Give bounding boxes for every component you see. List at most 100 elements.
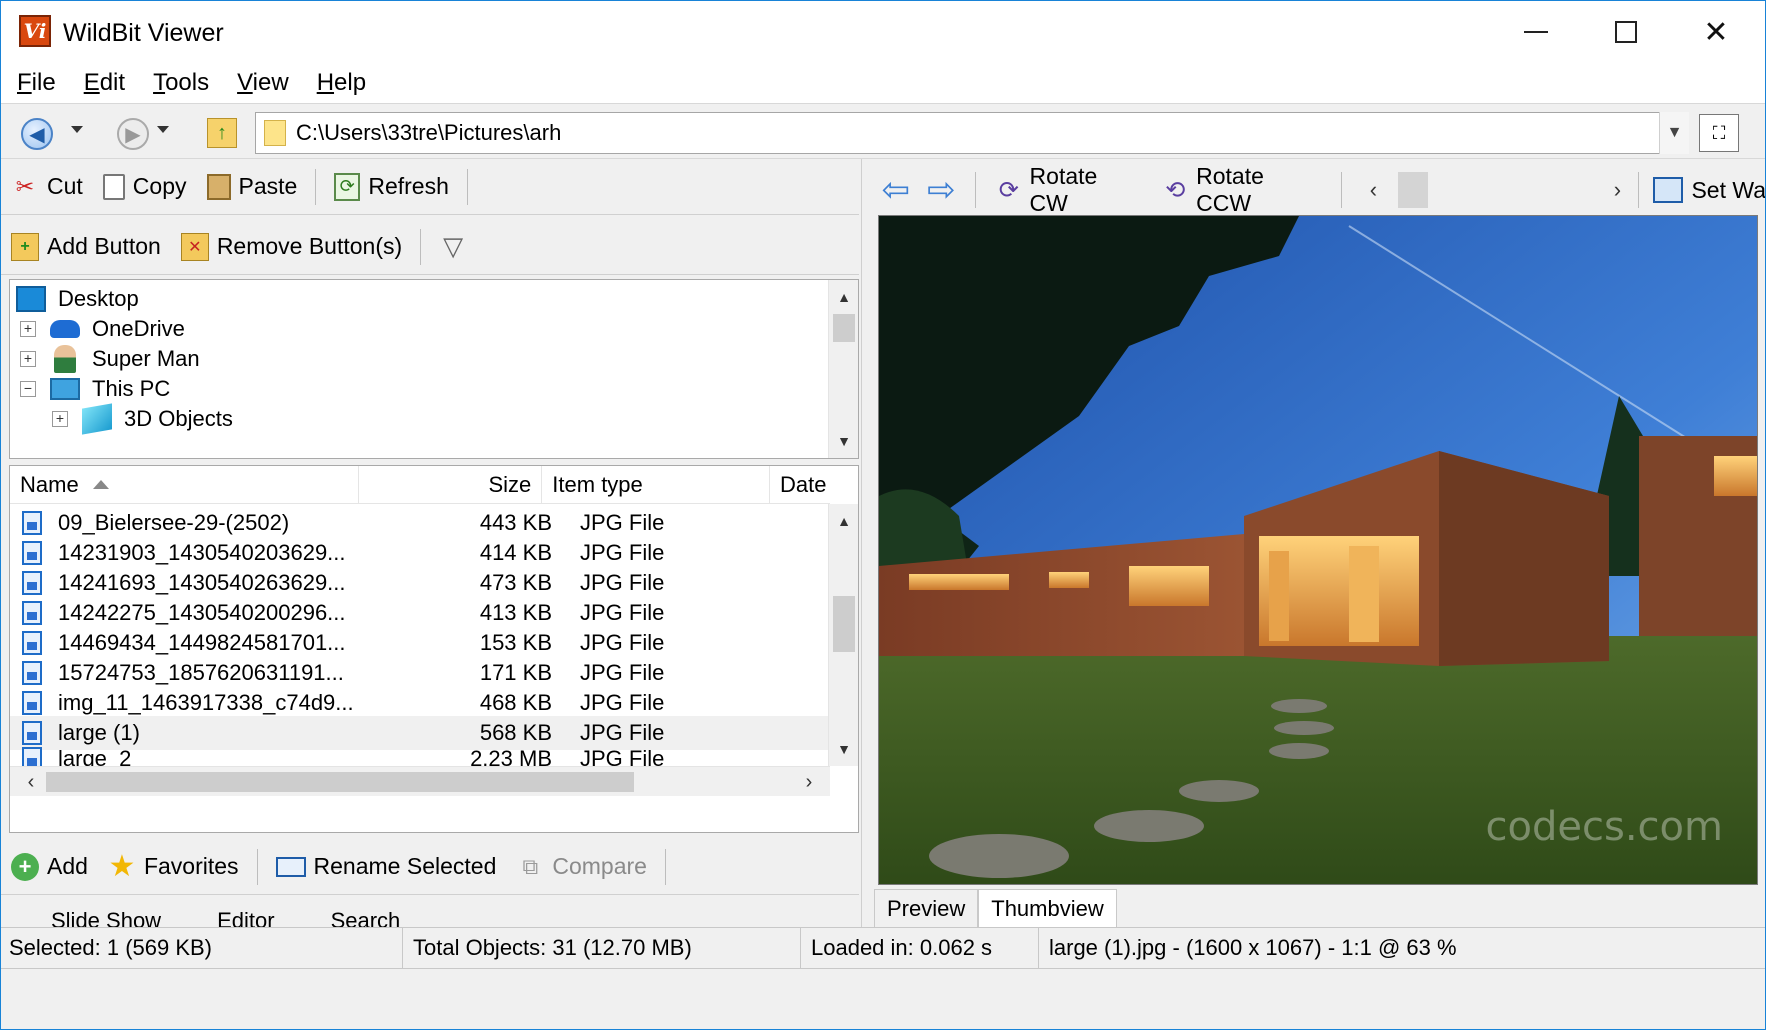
scroll-up-icon[interactable]: ▲ — [829, 508, 858, 534]
up-folder-button[interactable]: ↑ — [207, 118, 237, 148]
menu-bar: File Edit Tools View Help — [1, 63, 1765, 103]
scroll-thumb[interactable] — [833, 596, 855, 652]
table-row[interactable]: 14469434_1449824581701... 153 KB JPG Fil… — [10, 626, 830, 660]
expand-icon[interactable]: + — [20, 321, 36, 337]
table-row-selected[interactable]: large (1) 568 KB JPG File — [10, 716, 830, 750]
table-row[interactable]: 14241693_1430540263629... 473 KB JPG Fil… — [10, 566, 830, 600]
scroll-down-icon[interactable]: ▼ — [829, 428, 858, 454]
tree-item-onedrive[interactable]: + OneDrive — [10, 312, 820, 346]
folder-remove-icon: ✕ — [180, 232, 209, 261]
compare-button[interactable]: ⧉ Compare — [506, 845, 657, 889]
rotate-cw-label: Rotate CW — [1029, 163, 1098, 216]
scroll-right-icon[interactable]: › — [794, 767, 824, 797]
cut-button[interactable]: ✂ Cut — [1, 165, 93, 209]
minimize-button[interactable] — [1491, 1, 1581, 63]
tree-item-desktop[interactable]: Desktop — [10, 282, 820, 316]
chevron-right-icon[interactable]: › — [1604, 177, 1630, 203]
next-image-button[interactable]: ⇨ — [921, 171, 960, 209]
menu-tools[interactable]: Tools — [153, 69, 209, 97]
address-dropdown-button[interactable]: ▼ — [1659, 112, 1689, 154]
toolbar-scroll-thumb[interactable] — [1398, 172, 1429, 208]
fullscreen-button[interactable]: ⛶ — [1699, 114, 1739, 152]
file-size: 413 KB — [479, 600, 552, 625]
tree-scrollbar[interactable]: ▲ ▼ — [828, 280, 858, 458]
collapse-icon[interactable]: − — [20, 381, 36, 397]
expand-icon[interactable]: + — [52, 411, 68, 427]
file-list-hscrollbar[interactable]: ‹ › — [10, 766, 830, 796]
scroll-thumb[interactable] — [833, 314, 855, 342]
add-button-button[interactable]: + Add Button — [1, 225, 171, 269]
remove-buttons-button[interactable]: ✕ Remove Button(s) — [171, 225, 412, 269]
tree-item-this-pc[interactable]: − This PC — [10, 372, 820, 406]
address-field[interactable]: C:\Users\33tre\Pictures\arh — [255, 112, 1681, 154]
scroll-down-icon[interactable]: ▼ — [829, 736, 858, 762]
rotate-ccw-button[interactable]: ⟲ Rotate CCW — [1151, 163, 1334, 217]
paste-button[interactable]: Paste — [197, 165, 308, 209]
refresh-button[interactable]: ⟳ Refresh — [324, 165, 459, 209]
back-history-dropdown[interactable] — [71, 126, 83, 133]
forward-history-dropdown[interactable] — [157, 126, 169, 133]
tab-preview[interactable]: Preview — [874, 889, 979, 927]
file-type: JPG File — [580, 540, 665, 565]
table-row[interactable]: 09_Bielersee-29-(2502) 443 KB JPG File — [10, 506, 830, 540]
table-row[interactable]: 14242275_1430540200296... 413 KB JPG Fil… — [10, 596, 830, 630]
menu-edit-key: E — [83, 69, 100, 96]
clipboard-toolbar: ✂ Cut Copy Paste ⟳ Refresh — [1, 159, 859, 215]
expand-icon[interactable]: + — [20, 351, 36, 367]
tree-item-label: Desktop — [58, 286, 139, 311]
column-item-type[interactable]: Item type — [542, 466, 770, 504]
previous-image-button[interactable]: ⇦ — [876, 171, 915, 209]
back-button[interactable]: ◀ — [21, 118, 53, 150]
menu-view-rest: iew — [252, 69, 289, 96]
file-type: JPG File — [580, 720, 665, 745]
forward-button[interactable]: ▶ — [117, 118, 149, 150]
window-footer — [1, 969, 1765, 1029]
favorites-button[interactable]: ★ Favorites — [98, 845, 249, 889]
status-selected: Selected: 1 (569 KB) — [1, 927, 403, 969]
tree-item-3d-objects[interactable]: + 3D Objects — [10, 402, 820, 436]
menu-file-key: F — [17, 69, 32, 96]
cut-label: Cut — [47, 173, 83, 199]
add-favorite-button[interactable]: + Add — [1, 845, 98, 889]
toolbar-scroll-track[interactable] — [1390, 170, 1601, 210]
fullscreen-icon: ⛶ — [1712, 122, 1726, 143]
file-list-vscrollbar[interactable]: ▲ ▼ — [828, 504, 858, 766]
hscroll-thumb[interactable] — [46, 772, 634, 792]
rotate-cw-button[interactable]: ⟳ Rotate CW — [984, 163, 1151, 217]
table-row[interactable]: 14231903_1430540203629... 414 KB JPG Fil… — [10, 536, 830, 570]
add-label: Add — [47, 853, 88, 879]
menu-file[interactable]: File — [17, 69, 56, 97]
column-date[interactable]: Date — [770, 466, 830, 504]
column-name[interactable]: Name — [10, 466, 359, 504]
image-preview[interactable]: codecs.com — [878, 215, 1758, 885]
file-name: 14241693_1430540263629... — [58, 570, 346, 595]
maximize-button[interactable] — [1581, 1, 1671, 63]
viewer-pane: ⇦ ⇨ ⟳ Rotate CW ⟲ Rotate CCW ‹ › Set Wa — [861, 159, 1765, 927]
close-button[interactable]: ✕ — [1671, 1, 1761, 63]
folder-up-icon: ↑ — [217, 121, 227, 144]
scroll-up-icon[interactable]: ▲ — [829, 284, 858, 310]
file-name: 14242275_1430540200296... — [58, 600, 346, 625]
table-row[interactable]: large_2 2.23 MB JPG File — [10, 746, 830, 766]
tree-item-super-man[interactable]: + Super Man — [10, 342, 820, 376]
status-bar: Selected: 1 (569 KB) Total Objects: 31 (… — [1, 927, 1765, 969]
menu-view[interactable]: View — [237, 69, 289, 97]
menu-edit[interactable]: Edit — [84, 69, 125, 97]
rename-selected-label: Rename Selected — [313, 853, 497, 879]
file-size: 443 KB — [479, 510, 552, 535]
filter-button[interactable]: ▽ — [429, 225, 485, 269]
column-type-label: Item type — [552, 471, 643, 497]
chevron-left-icon[interactable]: ‹ — [1360, 177, 1386, 203]
table-row[interactable]: 15724753_1857620631191... 171 KB JPG Fil… — [10, 656, 830, 690]
set-wallpaper-button[interactable]: Set Wa — [1653, 177, 1765, 204]
maximize-icon — [1615, 21, 1637, 43]
copy-button[interactable]: Copy — [93, 165, 197, 209]
column-size[interactable]: Size — [359, 466, 543, 504]
window-title: WildBit Viewer — [63, 19, 224, 47]
rename-selected-button[interactable]: Rename Selected — [266, 845, 507, 889]
menu-help[interactable]: Help — [317, 69, 366, 97]
tab-thumbview[interactable]: Thumbview — [978, 889, 1117, 927]
scroll-left-icon[interactable]: ‹ — [16, 767, 46, 797]
toolbar-scroller[interactable]: ‹ › — [1360, 170, 1630, 210]
table-row[interactable]: img_11_1463917338_c74d9... 468 KB JPG Fi… — [10, 686, 830, 720]
